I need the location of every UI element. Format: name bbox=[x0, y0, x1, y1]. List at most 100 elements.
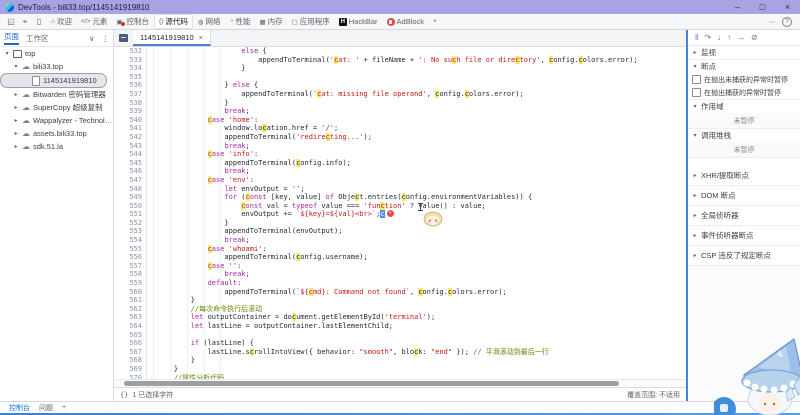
line-number[interactable]: 537 bbox=[114, 90, 147, 99]
triangle-right-icon[interactable]: ▸ bbox=[692, 212, 698, 219]
line-number[interactable]: 547 bbox=[114, 176, 147, 185]
breakpoint-gutter[interactable] bbox=[147, 305, 154, 314]
sidebar-item-supercopy-[interactable]: ▸☁SuperCopy 超级复制 bbox=[0, 101, 113, 114]
breakpoint-gutter[interactable] bbox=[147, 64, 154, 73]
section-header[interactable]: ▸全局侦听器 bbox=[688, 206, 800, 225]
breakpoint-gutter[interactable] bbox=[147, 227, 154, 236]
breakpoint-gutter[interactable] bbox=[147, 90, 154, 99]
code-text[interactable]: default: bbox=[154, 279, 241, 288]
tab-network[interactable]: ◍网络 bbox=[194, 15, 225, 28]
checkbox[interactable] bbox=[692, 88, 701, 97]
exception-checkbox-row[interactable]: 在抛出未捕获的异常时暂停 bbox=[688, 73, 800, 86]
tree-arrow-icon[interactable]: ▸ bbox=[13, 91, 19, 98]
breakpoint-gutter[interactable] bbox=[147, 262, 154, 271]
breakpoint-gutter[interactable] bbox=[147, 107, 154, 116]
section-header[interactable]: ▸DOM 断点 bbox=[688, 186, 800, 205]
section-header[interactable]: ▸XHR/提取断点 bbox=[688, 166, 800, 185]
breakpoint-gutter[interactable] bbox=[147, 176, 154, 185]
code-text[interactable]: break; bbox=[154, 107, 250, 116]
code-text[interactable] bbox=[154, 73, 157, 82]
section-header[interactable]: ▸CSP 违反了规定断点 bbox=[688, 246, 800, 265]
code-text[interactable]: appendToTerminal(config.info); bbox=[154, 159, 351, 168]
line-number[interactable]: 550 bbox=[114, 202, 147, 211]
code-text[interactable]: for (const [key, value] of Object.entrie… bbox=[154, 193, 532, 202]
breakpoint-gutter[interactable] bbox=[147, 202, 154, 211]
line-number[interactable]: 540 bbox=[114, 116, 147, 125]
code-text[interactable]: } else { bbox=[154, 81, 258, 90]
drawer-tab-issues[interactable]: 问题 bbox=[39, 403, 53, 413]
horizontal-scrollbar[interactable] bbox=[114, 379, 686, 387]
breakpoint-gutter[interactable] bbox=[147, 56, 154, 65]
help-icon[interactable]: ? bbox=[782, 17, 792, 27]
breakpoint-gutter[interactable] bbox=[147, 159, 154, 168]
triangle-right-icon[interactable]: ▸ bbox=[692, 192, 698, 199]
triangle-right-icon[interactable]: ▸ bbox=[692, 49, 698, 56]
tree-arrow-icon[interactable]: ▸ bbox=[13, 130, 19, 137]
code-text[interactable]: break; bbox=[154, 270, 250, 279]
breakpoint-gutter[interactable] bbox=[147, 288, 154, 297]
breakpoint-gutter[interactable] bbox=[147, 185, 154, 194]
line-number[interactable]: 533 bbox=[114, 56, 147, 65]
code-text[interactable]: appendToTerminal('cat: ' + fileName + ':… bbox=[154, 56, 638, 65]
breakpoint-gutter[interactable] bbox=[147, 167, 154, 176]
code-text[interactable]: case 'whoami': bbox=[154, 245, 267, 254]
tab-elements[interactable]: </>元素 bbox=[77, 15, 111, 28]
horizontal-scrollbar-thumb[interactable] bbox=[124, 381, 619, 386]
breakpoint-gutter[interactable] bbox=[147, 150, 154, 159]
step-over-icon[interactable]: ↷ bbox=[704, 33, 711, 42]
breakpoint-gutter[interactable] bbox=[147, 116, 154, 125]
code-editor[interactable]: 532 else {533 appendToTerminal('cat: ' +… bbox=[114, 47, 686, 379]
line-number[interactable]: 532 bbox=[114, 47, 147, 56]
tab-more-tabs[interactable]: + bbox=[429, 17, 441, 26]
tab-sources[interactable]: {}源代码 bbox=[154, 14, 193, 29]
code-text[interactable]: break; bbox=[154, 167, 250, 176]
more-options-icon[interactable]: ⋯ bbox=[769, 17, 777, 26]
line-number[interactable]: 546 bbox=[114, 167, 147, 176]
line-number[interactable]: 545 bbox=[114, 159, 147, 168]
breakpoint-gutter[interactable] bbox=[147, 356, 154, 365]
triangle-down-icon[interactable]: ▾ bbox=[692, 103, 698, 110]
breakpoint-gutter[interactable] bbox=[147, 270, 154, 279]
device-emulation-icon[interactable]: ▯ bbox=[32, 17, 46, 27]
add-drawer-tab-icon[interactable]: + bbox=[62, 404, 66, 411]
sidebar-item-top[interactable]: ▾top bbox=[0, 47, 113, 60]
kebab-menu-icon[interactable]: ⋮ bbox=[102, 34, 110, 43]
pause-icon[interactable]: ‖ bbox=[695, 33, 698, 42]
code-text[interactable]: let lastLine = outputContainer.lastEleme… bbox=[154, 322, 393, 331]
code-text[interactable]: appendToTerminal(envOutput); bbox=[154, 227, 342, 236]
step-into-icon[interactable]: ↓ bbox=[717, 33, 721, 42]
pretty-print-icon[interactable]: {} bbox=[120, 391, 128, 399]
line-number[interactable]: 562 bbox=[114, 305, 147, 314]
code-text[interactable]: window.location.href = '/'; bbox=[154, 124, 338, 133]
sidebar-item-wappalyzer-technology-p...[interactable]: ▸☁Wappalyzer - Technology p... bbox=[0, 114, 113, 127]
code-text[interactable]: appendToTerminal('redirecting...'); bbox=[154, 133, 372, 142]
code-text[interactable]: case 'info': bbox=[154, 150, 258, 159]
code-text[interactable]: } bbox=[154, 99, 229, 108]
line-number[interactable]: 536 bbox=[114, 81, 147, 90]
line-number[interactable]: 557 bbox=[114, 262, 147, 271]
line-number[interactable]: 535 bbox=[114, 73, 147, 82]
line-number[interactable]: 568 bbox=[114, 356, 147, 365]
line-number[interactable]: 549 bbox=[114, 193, 147, 202]
breakpoint-gutter[interactable] bbox=[147, 47, 154, 56]
sidebar-item-sdk.51.la[interactable]: ▸☁sdk.51.la bbox=[0, 140, 113, 153]
tab-welcome[interactable]: ⌂欢迎 bbox=[47, 15, 76, 28]
code-text[interactable]: } bbox=[154, 365, 178, 374]
breakpoint-gutter[interactable] bbox=[147, 142, 154, 151]
sidebar-item-bili33.top[interactable]: ▾☁bili33.top bbox=[0, 60, 113, 73]
breakpoint-gutter[interactable] bbox=[147, 365, 154, 374]
breakpoint-gutter[interactable] bbox=[147, 133, 154, 142]
line-number[interactable]: 541 bbox=[114, 124, 147, 133]
tab-workspace[interactable]: 工作区 bbox=[26, 33, 49, 44]
breakpoint-gutter[interactable] bbox=[147, 236, 154, 245]
line-number[interactable]: 544 bbox=[114, 150, 147, 159]
section-header[interactable]: ▸监视 bbox=[688, 46, 800, 59]
chevron-down-icon[interactable]: ∨ bbox=[89, 34, 95, 43]
close-button[interactable]: × bbox=[775, 0, 800, 14]
code-text[interactable]: break; bbox=[154, 142, 250, 151]
line-number[interactable]: 555 bbox=[114, 245, 147, 254]
breakpoint-gutter[interactable] bbox=[147, 339, 154, 348]
code-text[interactable]: if (lastLine) { bbox=[154, 339, 254, 348]
tree-arrow-icon[interactable]: ▾ bbox=[13, 63, 19, 70]
code-text[interactable]: } bbox=[154, 64, 246, 73]
